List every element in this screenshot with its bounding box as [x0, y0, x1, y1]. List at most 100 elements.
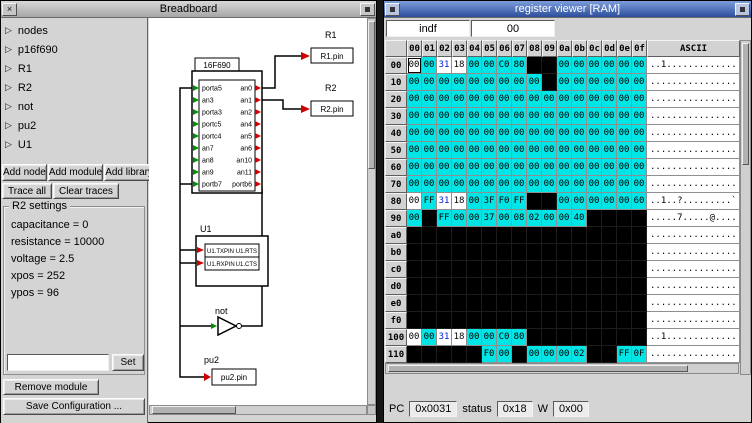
- register-cell[interactable]: 00: [617, 142, 632, 159]
- register-cell[interactable]: [527, 329, 542, 346]
- register-cell[interactable]: [557, 227, 572, 244]
- register-cell[interactable]: 00: [557, 176, 572, 193]
- register-cell[interactable]: [482, 261, 497, 278]
- register-cell[interactable]: [587, 312, 602, 329]
- register-cell[interactable]: 00: [617, 91, 632, 108]
- register-cell[interactable]: [632, 312, 647, 329]
- register-cell[interactable]: 00: [437, 142, 452, 159]
- register-cell[interactable]: 3F: [482, 193, 497, 210]
- register-cell[interactable]: [557, 261, 572, 278]
- register-cell[interactable]: 00: [422, 108, 437, 125]
- register-cell[interactable]: 00: [602, 74, 617, 91]
- register-horizontal-scrollbar[interactable]: [385, 363, 739, 374]
- register-cell[interactable]: [437, 278, 452, 295]
- add-library-button[interactable]: Add library: [104, 164, 154, 181]
- register-cell[interactable]: 18: [452, 193, 467, 210]
- register-cell[interactable]: 00: [422, 91, 437, 108]
- register-cell[interactable]: [422, 278, 437, 295]
- register-cell[interactable]: [557, 278, 572, 295]
- expander-icon[interactable]: ▷: [5, 139, 12, 150]
- register-cell[interactable]: 00: [572, 142, 587, 159]
- register-cell[interactable]: [587, 227, 602, 244]
- register-cell[interactable]: [557, 244, 572, 261]
- save-configuration-button[interactable]: Save Configuration ...: [3, 398, 145, 415]
- register-cell[interactable]: [527, 261, 542, 278]
- r1-pin-box[interactable]: R1.pin: [311, 48, 353, 63]
- register-cell[interactable]: [407, 261, 422, 278]
- register-cell[interactable]: [467, 227, 482, 244]
- register-cell[interactable]: 00: [482, 108, 497, 125]
- register-cell[interactable]: 00: [437, 176, 452, 193]
- register-cell[interactable]: 00: [542, 108, 557, 125]
- register-cell[interactable]: 00: [572, 125, 587, 142]
- register-cell[interactable]: [542, 312, 557, 329]
- register-cell[interactable]: [467, 312, 482, 329]
- register-cell[interactable]: [617, 227, 632, 244]
- register-cell[interactable]: [422, 261, 437, 278]
- register-cell[interactable]: 00: [557, 125, 572, 142]
- register-cell[interactable]: 00: [467, 74, 482, 91]
- register-cell[interactable]: [542, 261, 557, 278]
- register-cell[interactable]: 00: [587, 57, 602, 74]
- register-cell[interactable]: 00: [587, 159, 602, 176]
- register-cell[interactable]: 00: [452, 74, 467, 91]
- register-cell[interactable]: 00: [587, 74, 602, 91]
- register-cell[interactable]: [512, 312, 527, 329]
- register-cell[interactable]: [512, 227, 527, 244]
- register-cell[interactable]: [497, 261, 512, 278]
- expander-icon[interactable]: ▷: [5, 25, 12, 36]
- register-cell[interactable]: 00: [467, 159, 482, 176]
- register-cell[interactable]: 00: [467, 176, 482, 193]
- window-menu-button[interactable]: [385, 3, 400, 16]
- register-cell[interactable]: 00: [617, 125, 632, 142]
- register-cell[interactable]: 0F: [632, 346, 647, 363]
- register-value-entry[interactable]: [471, 20, 555, 37]
- register-cell[interactable]: 00: [527, 125, 542, 142]
- register-cell[interactable]: 31: [437, 193, 452, 210]
- breadboard-canvas[interactable]: R1 R1.pin R2 R2.pin 16F690 porta5an3port…: [149, 18, 367, 405]
- register-cell[interactable]: [617, 329, 632, 346]
- register-cell[interactable]: 00: [527, 159, 542, 176]
- register-cell[interactable]: [482, 312, 497, 329]
- register-cell[interactable]: [452, 278, 467, 295]
- register-cell[interactable]: 00: [557, 193, 572, 210]
- register-cell[interactable]: 00: [482, 176, 497, 193]
- register-cell[interactable]: [452, 312, 467, 329]
- register-cell[interactable]: 00: [557, 210, 572, 227]
- register-cell[interactable]: [632, 244, 647, 261]
- register-cell[interactable]: 00: [602, 142, 617, 159]
- register-cell[interactable]: [437, 295, 452, 312]
- register-cell[interactable]: 00: [407, 159, 422, 176]
- not-gate[interactable]: [211, 317, 242, 335]
- register-cell[interactable]: [602, 346, 617, 363]
- register-cell[interactable]: [422, 346, 437, 363]
- register-cell[interactable]: [587, 210, 602, 227]
- register-cell[interactable]: 00: [632, 176, 647, 193]
- register-cell[interactable]: [542, 74, 557, 91]
- register-cell[interactable]: 00: [557, 142, 572, 159]
- register-cell[interactable]: 00: [557, 74, 572, 91]
- register-cell[interactable]: 37: [482, 210, 497, 227]
- register-cell[interactable]: 00: [467, 329, 482, 346]
- register-cell[interactable]: [542, 244, 557, 261]
- register-cell[interactable]: 00: [512, 142, 527, 159]
- expander-icon[interactable]: ▷: [5, 82, 12, 93]
- register-cell[interactable]: 00: [557, 159, 572, 176]
- register-cell[interactable]: [602, 295, 617, 312]
- register-cell[interactable]: 00: [587, 125, 602, 142]
- register-cell[interactable]: [602, 210, 617, 227]
- register-cell[interactable]: [587, 244, 602, 261]
- register-cell[interactable]: 00: [572, 91, 587, 108]
- register-cell[interactable]: [542, 193, 557, 210]
- register-cell[interactable]: 00: [407, 125, 422, 142]
- register-cell[interactable]: 00: [557, 346, 572, 363]
- register-cell[interactable]: [497, 278, 512, 295]
- canvas-vertical-scrollbar-thumb[interactable]: [368, 21, 375, 169]
- register-cell[interactable]: 00: [602, 193, 617, 210]
- canvas-horizontal-scrollbar[interactable]: [149, 405, 367, 415]
- register-cell[interactable]: [497, 312, 512, 329]
- tree-item-nodes[interactable]: ▷nodes: [1, 21, 147, 40]
- register-cell[interactable]: 80: [512, 57, 527, 74]
- tree-item-R2[interactable]: ▷R2: [1, 78, 147, 97]
- add-module-button[interactable]: Add module: [48, 164, 103, 181]
